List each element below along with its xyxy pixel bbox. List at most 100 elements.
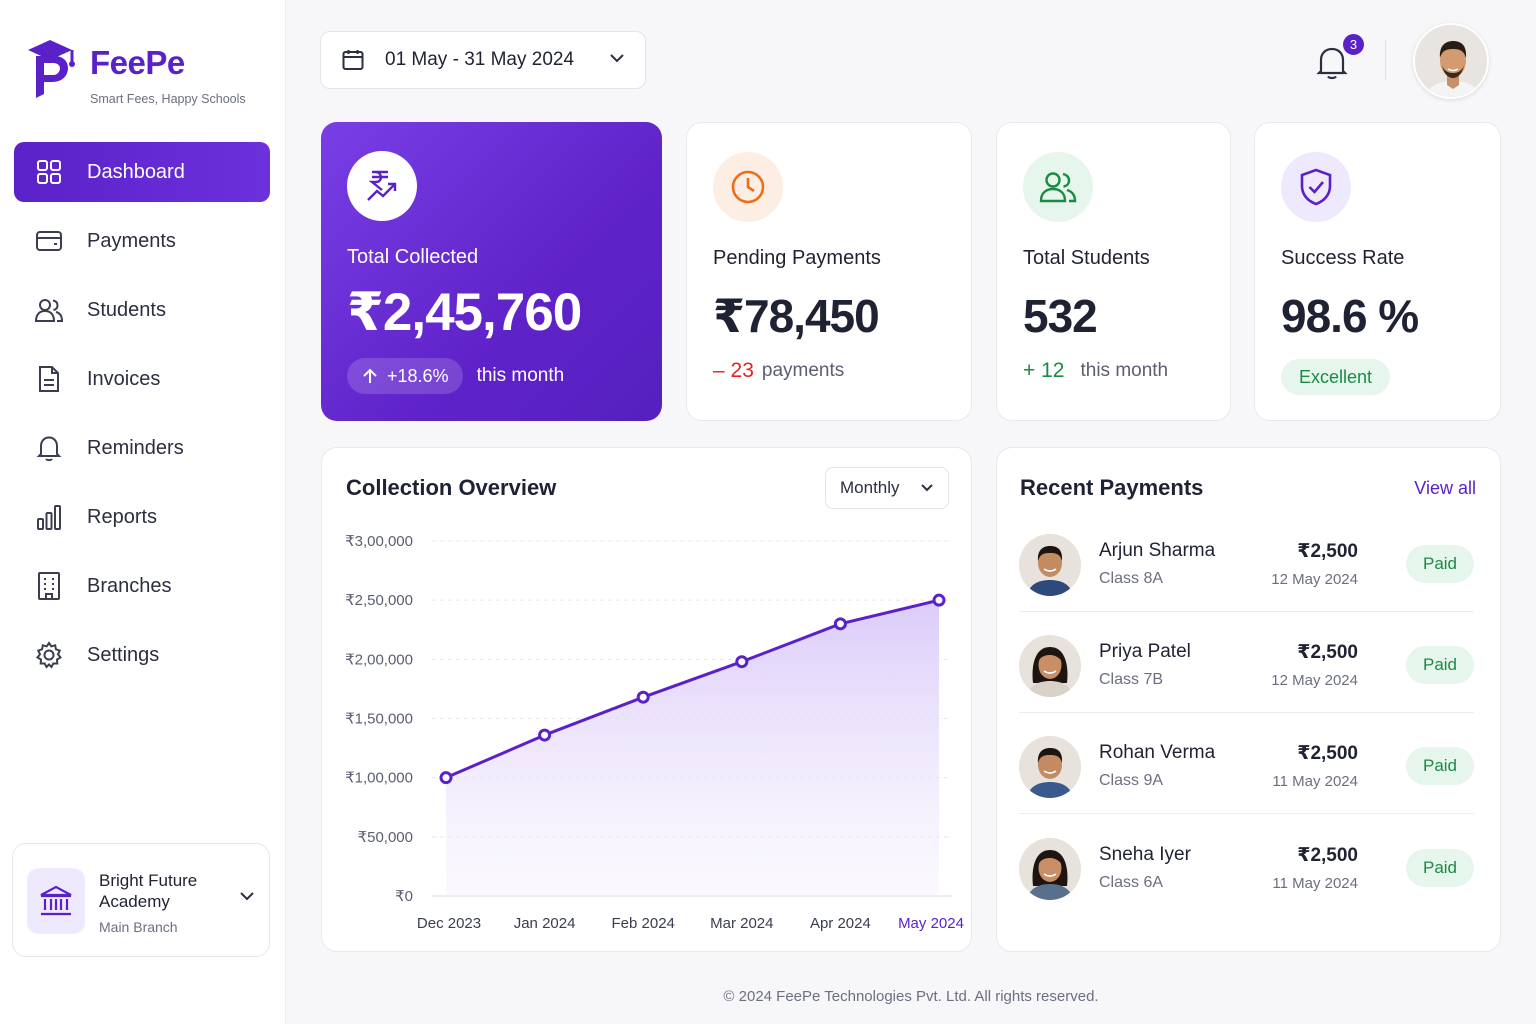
sidebar-item-label: Reports bbox=[87, 505, 158, 528]
students-delta: + 12 bbox=[1023, 359, 1065, 382]
logo[interactable]: FeePe Smart Fees, Happy Schools bbox=[26, 36, 246, 106]
shield-check-icon bbox=[1281, 152, 1351, 222]
y-tick-label: ₹0 bbox=[395, 888, 413, 905]
sidebar-item-label: Settings bbox=[87, 643, 160, 666]
sidebar-item-dashboard[interactable]: Dashboard bbox=[14, 142, 270, 202]
total-students-card[interactable]: Total Students 532 + 12 this month bbox=[996, 122, 1231, 421]
student-class: Class 9A bbox=[1099, 772, 1164, 789]
status-badge: Paid bbox=[1406, 849, 1474, 887]
period-select[interactable]: Monthly bbox=[825, 467, 949, 509]
notification-badge: 3 bbox=[1341, 32, 1366, 57]
y-tick-label: ₹1,00,000 bbox=[345, 770, 413, 787]
footer-copyright: © 2024 FeePe Technologies Pvt. Ltd. All … bbox=[723, 988, 1099, 1005]
wallet-icon bbox=[34, 226, 64, 256]
pending-payments-card[interactable]: Pending Payments ₹78,450 – 23 payments bbox=[686, 122, 972, 421]
change-value: +18.6% bbox=[387, 365, 449, 386]
sidebar-item-settings[interactable]: Settings bbox=[14, 625, 270, 685]
branch-selector[interactable]: Bright Future Academy Main Branch bbox=[12, 843, 270, 957]
collection-chart: ₹0 ₹50,000 ₹1,00,000 ₹1,50,000 ₹2,00,000 ₹2,5… bbox=[345, 533, 964, 932]
recent-payments-card: Recent Payments View all Arjun Sharma Cl… bbox=[996, 447, 1501, 952]
payment-amount: ₹2,500 bbox=[1297, 743, 1358, 764]
stat-label: Total Collected bbox=[347, 246, 479, 268]
status-badge: Paid bbox=[1406, 747, 1474, 785]
stat-value: ₹2,45,760 bbox=[347, 283, 582, 342]
date-range-picker[interactable]: 01 May - 31 May 2024 bbox=[320, 31, 646, 89]
change-pill: +18.6% bbox=[347, 358, 463, 394]
sidebar: FeePe Smart Fees, Happy Schools Dashboar… bbox=[0, 0, 286, 1024]
payment-row[interactable]: Rohan Verma Class 9A ₹2,500 11 May 2024 … bbox=[1019, 714, 1474, 814]
sidebar-item-reminders[interactable]: Reminders bbox=[14, 418, 270, 478]
stat-value: 532 bbox=[1023, 290, 1098, 342]
y-tick-label: ₹2,50,000 bbox=[345, 592, 413, 609]
brand-tagline: Smart Fees, Happy Schools bbox=[90, 92, 246, 106]
document-icon bbox=[34, 364, 64, 394]
sidebar-item-reports[interactable]: Reports bbox=[14, 487, 270, 547]
payment-row[interactable]: Arjun Sharma Class 8A ₹2,500 12 May 2024… bbox=[1019, 512, 1474, 612]
brand-name: FeePe bbox=[90, 44, 185, 81]
sidebar-item-branches[interactable]: Branches bbox=[14, 556, 270, 616]
student-name: Rohan Verma bbox=[1099, 742, 1216, 763]
header-divider bbox=[1385, 40, 1386, 80]
stat-label: Total Students bbox=[1023, 247, 1150, 269]
stat-value: ₹78,450 bbox=[713, 290, 880, 342]
sidebar-item-invoices[interactable]: Invoices bbox=[14, 349, 270, 409]
view-all-link[interactable]: View all bbox=[1414, 478, 1476, 499]
users-icon bbox=[34, 295, 64, 325]
gear-icon bbox=[34, 640, 64, 670]
x-tick-label: Mar 2024 bbox=[710, 915, 773, 932]
calendar-icon bbox=[342, 50, 364, 70]
row-divider bbox=[1019, 813, 1474, 814]
pending-suffix: payments bbox=[761, 360, 845, 381]
stat-value: 98.6 % bbox=[1281, 290, 1419, 342]
arrow-up-icon bbox=[363, 368, 377, 383]
sidebar-nav: Dashboard Payments Students Invoices Rem… bbox=[14, 142, 270, 694]
x-tick-label: Apr 2024 bbox=[810, 915, 871, 932]
row-divider bbox=[1019, 712, 1474, 713]
sidebar-item-students[interactable]: Students bbox=[14, 280, 270, 340]
total-collected-card[interactable]: Total Collected ₹2,45,760 +18.6% this mo… bbox=[321, 122, 662, 421]
student-avatar bbox=[1019, 534, 1081, 596]
student-avatar bbox=[1019, 838, 1081, 900]
bell-icon bbox=[34, 433, 64, 463]
sidebar-item-label: Students bbox=[87, 298, 166, 321]
payment-row[interactable]: Sneha Iyer Class 6A ₹2,500 11 May 2024 P… bbox=[1019, 816, 1474, 916]
status-badge: Paid bbox=[1406, 646, 1474, 684]
sidebar-item-payments[interactable]: Payments bbox=[14, 211, 270, 271]
chevron-down-icon[interactable] bbox=[239, 890, 255, 902]
x-tick-label: Feb 2024 bbox=[612, 915, 675, 932]
stat-label: Success Rate bbox=[1281, 247, 1405, 269]
sidebar-item-label: Reminders bbox=[87, 436, 184, 459]
payment-row[interactable]: Priya Patel Class 7B ₹2,500 12 May 2024 … bbox=[1019, 613, 1474, 713]
y-tick-label: ₹50,000 bbox=[358, 829, 413, 846]
data-point bbox=[932, 593, 946, 607]
status-badge: Paid bbox=[1406, 545, 1474, 583]
dashboard-icon bbox=[34, 157, 64, 187]
users-icon bbox=[1023, 152, 1093, 222]
x-tick-label: May 2024 bbox=[898, 915, 964, 932]
y-tick-label: ₹1,50,000 bbox=[345, 711, 413, 728]
payment-date: 11 May 2024 bbox=[1272, 875, 1358, 892]
success-rate-card[interactable]: Success Rate 98.6 % Excellent bbox=[1254, 122, 1501, 421]
data-point bbox=[833, 617, 847, 631]
payment-amount: ₹2,500 bbox=[1297, 845, 1358, 866]
branch-subtitle: Main Branch bbox=[99, 919, 178, 935]
collection-overview-card: ₹0 ₹50,000 ₹1,00,000 ₹1,50,000 ₹2,00,000 ₹2,5… bbox=[321, 447, 972, 952]
user-avatar[interactable] bbox=[1413, 23, 1489, 99]
sidebar-item-label: Payments bbox=[87, 229, 176, 252]
data-point bbox=[735, 655, 749, 669]
student-class: Class 6A bbox=[1099, 874, 1164, 891]
students-suffix: this month bbox=[1080, 360, 1169, 381]
change-suffix: this month bbox=[476, 365, 565, 386]
rupee-trend-icon bbox=[347, 151, 417, 221]
x-tick-label: Jan 2024 bbox=[514, 915, 576, 932]
bar-chart-icon bbox=[34, 502, 64, 532]
chevron-down-icon bbox=[610, 54, 624, 63]
building-icon bbox=[34, 571, 64, 601]
logo-mark-icon bbox=[28, 40, 75, 98]
student-class: Class 7B bbox=[1099, 671, 1164, 688]
clock-icon bbox=[713, 152, 783, 222]
data-point bbox=[636, 690, 650, 704]
data-point bbox=[538, 728, 552, 742]
y-tick-label: ₹3,00,000 bbox=[345, 533, 413, 550]
sidebar-item-label: Branches bbox=[87, 574, 172, 597]
